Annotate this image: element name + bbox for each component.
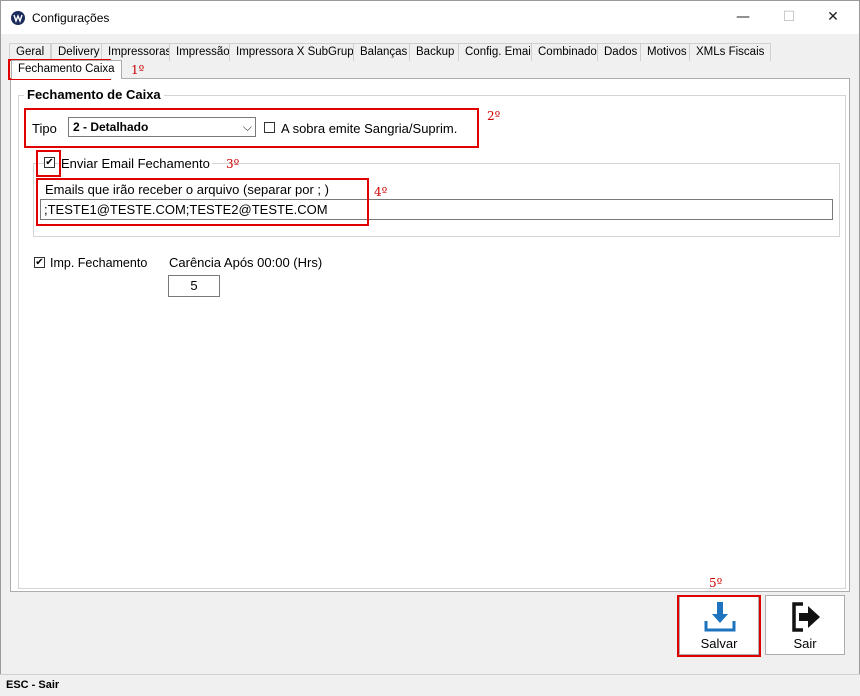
tab-fechamento-caixa[interactable]: Fechamento Caixa	[11, 60, 122, 79]
tab-backup[interactable]: Backup	[409, 43, 462, 61]
tab-impressao[interactable]: Impressão	[169, 43, 237, 61]
annotation-label-5: 5º	[709, 576, 723, 590]
sair-button[interactable]: Sair	[765, 595, 845, 655]
groupbox-title: Fechamento de Caixa	[24, 87, 164, 102]
exit-icon	[792, 602, 820, 632]
tab-combinado[interactable]: Combinado	[531, 43, 604, 61]
annotation-label-2: 2º	[487, 109, 501, 123]
carencia-input[interactable]: 5	[168, 275, 220, 297]
annotation-label-3: 3º	[226, 157, 240, 171]
window-title: Configurações	[32, 11, 110, 25]
imp-fechamento-label: Imp. Fechamento	[50, 256, 148, 270]
imp-fechamento-checkbox[interactable]: ✔	[34, 257, 45, 268]
status-bar	[0, 674, 860, 696]
app-logo-icon	[11, 11, 25, 25]
tab-xmls-fiscais[interactable]: XMLs Fiscais	[689, 43, 772, 61]
enviar-email-label: Enviar Email Fechamento	[59, 156, 212, 171]
sair-label: Sair	[793, 636, 817, 651]
annotation-box-4	[36, 178, 369, 226]
tab-balancas[interactable]: Balanças	[353, 43, 415, 61]
tab-impressora-subgrupo[interactable]: Impressora X SubGrupo	[229, 43, 368, 61]
tab-config-email[interactable]: Config. Email	[458, 43, 541, 61]
tab-dados[interactable]: Dados	[597, 43, 645, 61]
minimize-button[interactable]: —	[720, 0, 766, 34]
annotation-box-3	[36, 150, 61, 177]
annotation-box-5	[677, 595, 761, 657]
tab-motivos[interactable]: Motivos	[640, 43, 694, 61]
maximize-button[interactable]: ☐	[766, 0, 812, 34]
annotation-label-1: 1º	[131, 63, 145, 77]
carencia-label: Carência Após 00:00 (Hrs)	[169, 255, 323, 270]
annotation-box-2	[24, 108, 479, 148]
close-button[interactable]: ✕	[810, 0, 856, 34]
annotation-label-4: 4º	[374, 185, 388, 199]
status-text: ESC - Sair	[6, 679, 60, 691]
tab-impressoras[interactable]: Impressoras	[101, 43, 179, 61]
